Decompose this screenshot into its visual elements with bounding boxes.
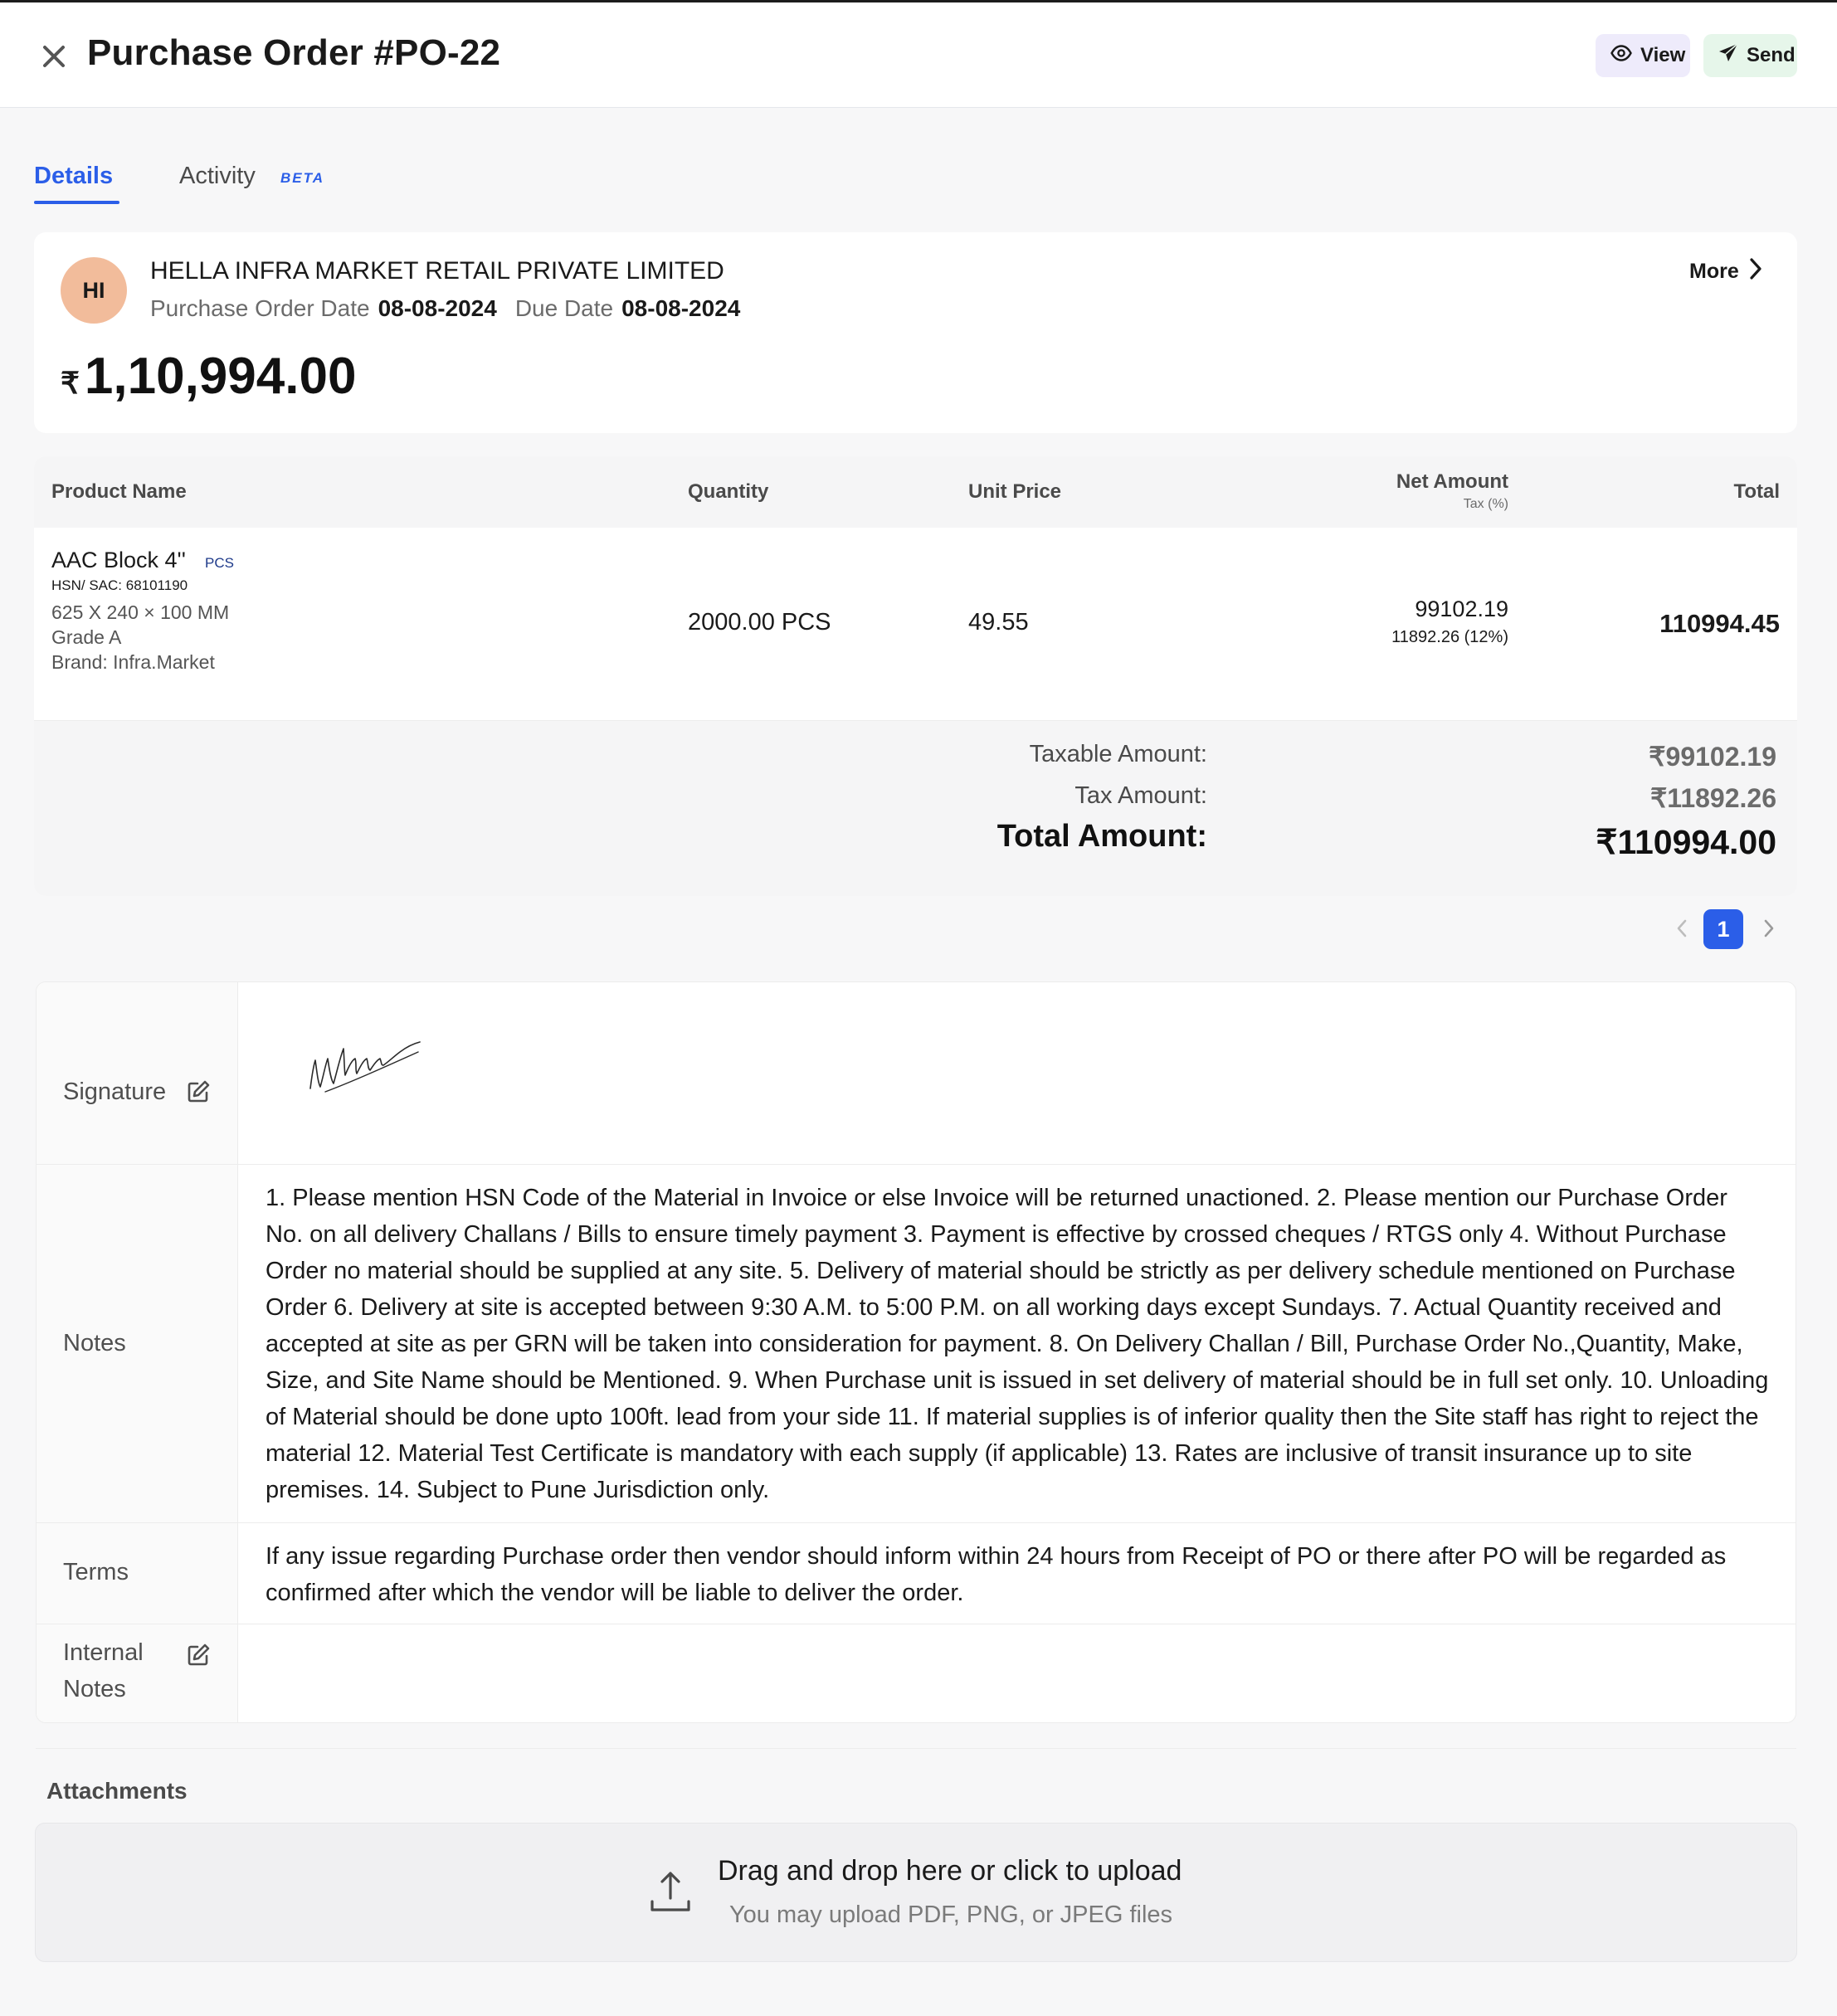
po-date-value: 08-08-2024: [378, 295, 497, 321]
chevron-left-icon: [1676, 918, 1688, 942]
product-grade: Grade A: [51, 626, 122, 648]
taxable-amount-label: Taxable Amount:: [1029, 741, 1207, 767]
chevron-right-icon: [1749, 257, 1762, 286]
view-button[interactable]: View: [1596, 34, 1690, 77]
notes-label: Notes: [63, 1330, 126, 1356]
signature-image: [302, 1024, 426, 1103]
chevron-right-icon: [1763, 918, 1775, 942]
order-amount: ₹ 1,10,994.00: [61, 347, 356, 406]
more-label: More: [1689, 260, 1739, 283]
attachments-divider: [36, 1748, 1796, 1749]
view-button-label: View: [1640, 44, 1686, 66]
attachments-title: Attachments: [46, 1778, 188, 1804]
vendor-name: HELLA INFRA MARKET RETAIL PRIVATE LIMITE…: [150, 257, 724, 285]
send-button-label: Send: [1747, 44, 1796, 66]
avatar: HI: [61, 257, 127, 324]
total-amount-value: ₹110994.00: [1596, 823, 1776, 861]
table-header: Product Name Quantity Unit Price Net Amo…: [34, 456, 1797, 528]
upload-icon: [649, 1868, 692, 1915]
dropzone-hint: You may upload PDF, PNG, or JPEG files: [729, 1902, 1173, 1928]
po-details-table: Signature Notes 1. Please mention HSN Co…: [36, 981, 1796, 1723]
eye-icon: [1610, 44, 1632, 67]
col-net-amount-sub: Tax (%): [1463, 497, 1508, 511]
vendor-card: HI HELLA INFRA MARKET RETAIL PRIVATE LIM…: [34, 232, 1797, 433]
quantity-value: 2000.00 PCS: [688, 609, 831, 635]
page-header: Purchase Order #PO-22 View Send: [0, 2, 1837, 108]
col-unit-price: Unit Price: [968, 480, 1062, 503]
next-page-button[interactable]: [1754, 911, 1784, 949]
terms-label: Terms: [63, 1559, 129, 1585]
tax-value: 11892.26 (12%): [1391, 628, 1508, 646]
amount-value: 1,10,994.00: [84, 348, 357, 405]
col-product-name: Product Name: [51, 480, 187, 503]
prev-page-button[interactable]: [1667, 911, 1697, 949]
close-icon[interactable]: [40, 42, 68, 71]
totals-summary: Taxable Amount: ₹99102.19 Tax Amount: ₹1…: [34, 720, 1797, 896]
vendor-dates: Purchase Order Date 08-08-2024 Due Date 08-…: [150, 295, 740, 322]
taxable-amount-value: ₹99102.19: [1649, 742, 1776, 772]
due-date-label: Due Date: [514, 295, 614, 321]
page-1-button[interactable]: 1: [1703, 909, 1743, 949]
tab-activity[interactable]: Activity: [179, 163, 256, 190]
row-total-value: 110994.45: [1659, 609, 1780, 638]
paper-plane-icon: [1718, 42, 1738, 69]
due-date-value: 08-08-2024: [621, 295, 741, 321]
terms-text: If any issue regarding Purchase order th…: [266, 1543, 1727, 1606]
signature-label: Signature: [63, 1079, 167, 1105]
product-hsn: HSN/ SAC: 68101190: [51, 577, 188, 593]
beta-badge: BETA: [280, 170, 325, 186]
col-net-amount: Net Amount: [1396, 470, 1508, 493]
tab-details[interactable]: Details: [34, 163, 113, 190]
edit-icon[interactable]: [186, 1079, 211, 1104]
net-amount-value: 99102.19: [1415, 597, 1508, 621]
items-table: Product Name Quantity Unit Price Net Amo…: [34, 456, 1797, 896]
po-date-label: Purchase Order Date: [150, 295, 370, 321]
unit-price-value: 49.55: [968, 609, 1029, 635]
total-amount-label: Total Amount:: [996, 819, 1207, 854]
more-button[interactable]: More: [1689, 257, 1762, 286]
page-title: Purchase Order #PO-22: [87, 32, 501, 73]
tax-amount-value: ₹11892.26: [1649, 783, 1776, 813]
send-button[interactable]: Send: [1703, 34, 1797, 77]
product-unit: PCS: [205, 555, 234, 571]
product-brand: Brand: Infra.Market: [51, 651, 215, 673]
upload-dropzone[interactable]: Drag and drop here or click to upload Yo…: [35, 1823, 1797, 1962]
edit-icon[interactable]: [186, 1643, 211, 1668]
internal-notes-label: Internal Notes: [63, 1639, 144, 1702]
row-divider: [37, 1522, 1796, 1523]
tax-amount-label: Tax Amount:: [1074, 782, 1207, 809]
product-dimensions: 625 X 240 × 100 MM: [51, 601, 230, 623]
currency-symbol: ₹: [61, 366, 80, 400]
col-total: Total: [1733, 480, 1780, 503]
dropzone-text: Drag and drop here or click to upload: [718, 1855, 1182, 1887]
product-name: AAC Block 4'': [51, 548, 186, 572]
col-quantity: Quantity: [688, 480, 769, 503]
notes-text: 1. Please mention HSN Code of the Materi…: [266, 1185, 1769, 1503]
active-tab-indicator: [34, 201, 119, 204]
row-divider: [37, 1164, 1796, 1165]
